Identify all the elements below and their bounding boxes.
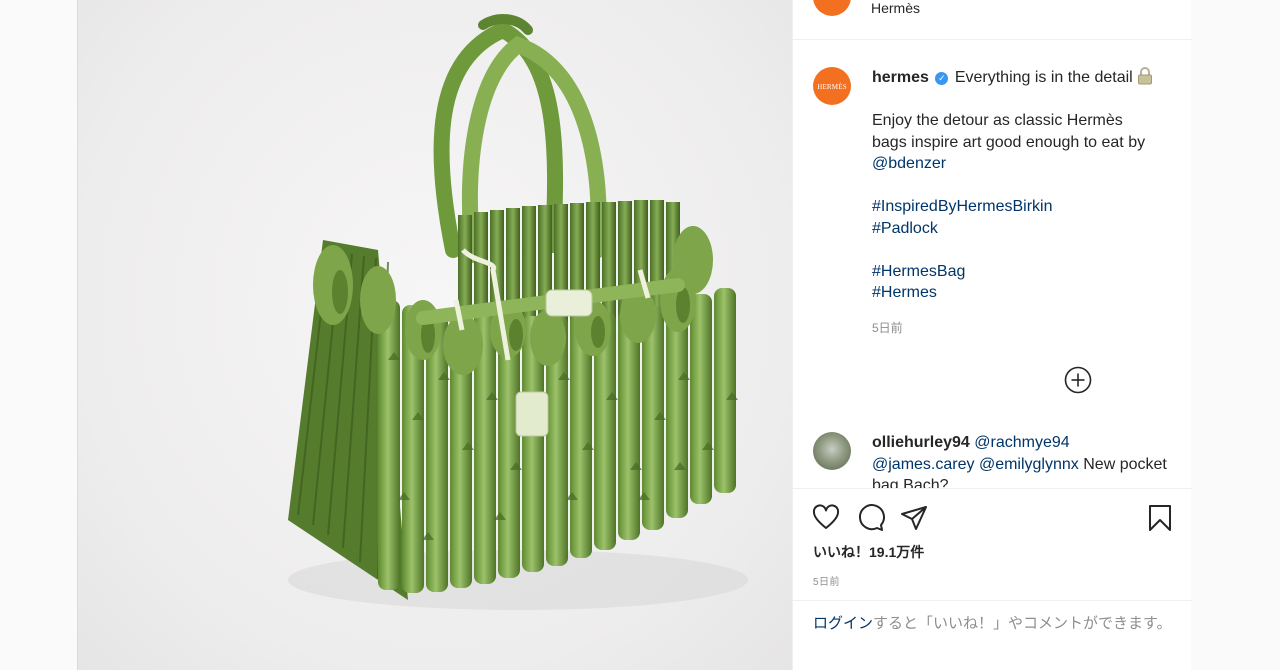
caption-line-1: Enjoy the detour as classic Hermès xyxy=(872,112,1123,129)
caption-line-2: bags inspire art good enough to eat by xyxy=(872,133,1146,151)
comment-username[interactable]: olliehurley94 xyxy=(872,434,970,451)
caption-timestamp: 5日前 xyxy=(872,321,903,335)
padlock-icon xyxy=(1138,67,1153,85)
comment-mention[interactable]: @james.carey xyxy=(872,456,975,473)
hashtag-link[interactable]: #HermesBag xyxy=(872,261,1182,283)
caption-avatar[interactable]: HERMÈS xyxy=(813,67,851,105)
commenter-avatar[interactable] xyxy=(813,432,851,470)
header-account-name[interactable]: Hermès xyxy=(871,0,920,16)
post-timestamp: 5日前 xyxy=(813,577,841,588)
header-avatar[interactable]: HERMÈS xyxy=(813,0,851,16)
post-header: HERMÈS Hermès xyxy=(793,0,1192,40)
verified-badge-icon: ✓ xyxy=(935,72,949,85)
hashtag-link[interactable]: #InspiredByHermesBirkin xyxy=(872,196,1182,218)
caption: hermes ✓ Everything is in the detail Enj… xyxy=(872,67,1182,304)
post-photo[interactable] xyxy=(78,0,792,670)
likes-count[interactable]: いいね！19.1万件 xyxy=(813,542,924,562)
bookmark-icon[interactable] xyxy=(1145,503,1175,533)
comment-icon[interactable] xyxy=(855,503,885,533)
caption-mention[interactable]: @bdenzer xyxy=(872,153,1182,175)
comment-mention[interactable]: @rachmye94 xyxy=(974,434,1069,451)
asparagus-bag-image xyxy=(288,14,748,610)
action-bar: いいね！19.1万件 5日前 xyxy=(793,488,1192,600)
comment-text: New xyxy=(1083,455,1116,473)
comment: olliehurley94 @rachmye94 @james.carey @e… xyxy=(872,432,1172,488)
caption-username[interactable]: hermes xyxy=(872,69,929,86)
heart-icon[interactable] xyxy=(811,503,841,533)
comment-mention[interactable]: @emilyglynnx xyxy=(979,456,1079,473)
login-link[interactable]: ログイン xyxy=(813,615,873,632)
post-frame: HERMÈS Hermès HERMÈS hermes ✓ Everything… xyxy=(77,0,1192,670)
avatar-logo: HERMÈS xyxy=(817,82,847,91)
caption-and-comments[interactable]: HERMÈS hermes ✓ Everything is in the det… xyxy=(793,41,1192,488)
post-side-panel: HERMÈS Hermès HERMÈS hermes ✓ Everything… xyxy=(792,0,1192,670)
avatar-logo: HERMÈS xyxy=(813,0,851,2)
share-icon[interactable] xyxy=(899,503,929,533)
plus-circle-icon[interactable] xyxy=(1064,366,1092,394)
login-prompt: ログインすると「いいね！」やコメントができます。 xyxy=(793,600,1192,635)
login-prompt-text: すると「いいね！」やコメントができます。 xyxy=(873,615,1172,632)
hashtag-link[interactable]: #Hermes xyxy=(872,282,1182,304)
hashtag-link[interactable]: #Padlock xyxy=(872,218,1182,240)
caption-title: Everything is in the detail xyxy=(954,69,1133,86)
